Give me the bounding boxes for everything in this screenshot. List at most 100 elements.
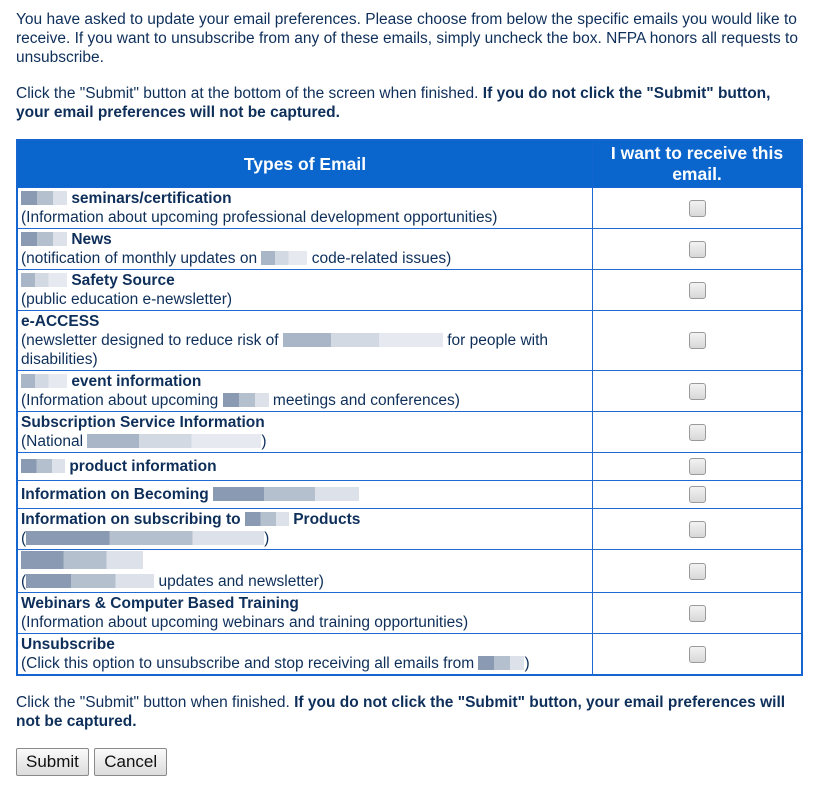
email-type-title: Information on subscribing to (21, 511, 245, 528)
redacted-text (21, 191, 67, 205)
email-type-cell: Information on subscribing to Products() (16, 508, 593, 550)
footer-plain: Click the "Submit" button when finished. (16, 694, 295, 711)
email-type-title: e-ACCESS (21, 313, 100, 330)
email-type-title: Webinars & Computer Based Training (21, 595, 299, 612)
table-row: seminars/certification (Information about… (16, 187, 803, 229)
redacted-text (261, 251, 308, 265)
email-type-cell: ( updates and newsletter) (16, 549, 593, 593)
intro-text: You have asked to update your email pref… (16, 11, 798, 66)
email-type-title: Unsubscribe (21, 636, 115, 653)
table-row: Webinars & Computer Based Training (Infor… (16, 592, 803, 634)
email-type-description: (Information about upcoming (21, 392, 223, 409)
email-type-cell: Subscription Service Information (Nationa… (16, 411, 593, 453)
email-type-description: (Information about upcoming webinars and… (21, 614, 469, 631)
email-type-cell: e-ACCESS (newsletter designed to reduce r… (16, 310, 593, 371)
cancel-button[interactable]: Cancel (94, 748, 168, 776)
email-preferences-page: You have asked to update your email pref… (0, 0, 815, 776)
table-row: e-ACCESS (newsletter designed to reduce r… (16, 310, 803, 371)
redacted-text (222, 393, 269, 407)
email-type-title-end: Products (288, 511, 361, 528)
email-type-description: (National (21, 433, 88, 450)
checkbox-cell (592, 269, 803, 311)
redacted-text (26, 531, 265, 545)
receive-checkbox[interactable] (688, 604, 706, 622)
table-row: Subscription Service Information (Nationa… (16, 411, 803, 453)
email-type-cell: News (notification of monthly updates on … (16, 228, 593, 270)
email-type-description-end: ) (261, 433, 267, 450)
checkbox-cell (592, 370, 803, 412)
email-type-cell: Webinars & Computer Based Training (Infor… (16, 592, 593, 634)
redacted-text (21, 232, 67, 246)
email-type-cell: event information (Information about upco… (16, 370, 593, 412)
email-type-title: product information (69, 458, 217, 475)
email-type-title: Safety Source (71, 272, 175, 289)
email-type-description: (Information about upcoming professional… (21, 209, 498, 226)
table-row: event information (Information about upco… (16, 370, 803, 412)
table-row: Information on subscribing to Products() (16, 508, 803, 550)
checkbox-cell (592, 310, 803, 371)
submit-instructions: Click the "Submit" button at the bottom … (16, 84, 799, 122)
email-preferences-table: Types of Email I want to receive this em… (16, 139, 803, 676)
checkbox-cell (592, 633, 803, 676)
receive-checkbox[interactable] (688, 486, 706, 504)
receive-checkbox[interactable] (688, 240, 706, 258)
redacted-text (21, 374, 67, 388)
redacted-text (282, 333, 443, 347)
checkbox-cell (592, 549, 803, 593)
redacted-text (87, 434, 262, 448)
email-type-cell: Information on Becoming (16, 480, 593, 509)
email-type-cell: seminars/certification (Information about… (16, 187, 593, 229)
checkbox-cell (592, 480, 803, 509)
email-type-description-end: code-related issues) (307, 250, 452, 267)
email-type-title: event information (71, 373, 202, 390)
checkbox-cell (592, 228, 803, 270)
checkbox-cell (592, 411, 803, 453)
email-type-cell: Unsubscribe (Click this option to unsubsc… (16, 633, 593, 676)
form-buttons: Submit Cancel (16, 748, 799, 776)
email-type-description: (Click this option to unsubscribe and st… (21, 655, 479, 672)
receive-checkbox[interactable] (688, 645, 706, 663)
email-type-description-end: meetings and conferences) (268, 392, 460, 409)
instructions-plain: Click the "Submit" button at the bottom … (16, 85, 483, 102)
redacted-text (26, 574, 155, 588)
receive-checkbox[interactable] (688, 281, 706, 299)
email-type-description: (newsletter designed to reduce risk of (21, 332, 283, 349)
submit-button[interactable]: Submit (16, 748, 89, 776)
email-type-title: Subscription Service Information (21, 414, 265, 431)
redacted-text (478, 656, 525, 670)
email-type-description-end: ) (524, 655, 530, 672)
email-type-description-end: updates and newsletter) (154, 573, 324, 590)
table-row: Unsubscribe (Click this option to unsubsc… (16, 633, 803, 676)
email-type-cell: product information (16, 452, 593, 481)
receive-checkbox[interactable] (688, 199, 706, 217)
redacted-text (213, 487, 360, 501)
table-row: Safety Source (public education e-newslet… (16, 269, 803, 311)
checkbox-cell (592, 592, 803, 634)
email-type-title: seminars/certification (71, 190, 232, 207)
redacted-text (21, 551, 143, 569)
receive-checkbox[interactable] (688, 520, 706, 538)
table-row: product information (16, 452, 803, 481)
email-type-title: Information on Becoming (21, 486, 214, 503)
redacted-text (21, 273, 67, 287)
table-header: Types of Email I want to receive this em… (16, 139, 803, 188)
receive-checkbox[interactable] (688, 458, 706, 476)
receive-checkbox[interactable] (688, 382, 706, 400)
header-receive: I want to receive this email. (592, 139, 803, 188)
receive-checkbox[interactable] (688, 423, 706, 441)
email-type-description: (notification of monthly updates on (21, 250, 262, 267)
email-type-description: (public education e-newsletter) (21, 291, 233, 308)
table-row: News (notification of monthly updates on … (16, 228, 803, 270)
table-row: Information on Becoming (16, 480, 803, 509)
table-row: ( updates and newsletter) (16, 549, 803, 593)
receive-checkbox[interactable] (688, 562, 706, 580)
checkbox-cell (592, 452, 803, 481)
email-type-description-end: ) (264, 530, 270, 547)
footer-instructions: Click the "Submit" button when finished.… (16, 693, 799, 731)
receive-checkbox[interactable] (688, 332, 706, 350)
email-type-cell: Safety Source (public education e-newslet… (16, 269, 593, 311)
checkbox-cell (592, 508, 803, 550)
redacted-text (21, 459, 65, 473)
redacted-text (244, 512, 289, 526)
email-type-title: News (71, 231, 112, 248)
